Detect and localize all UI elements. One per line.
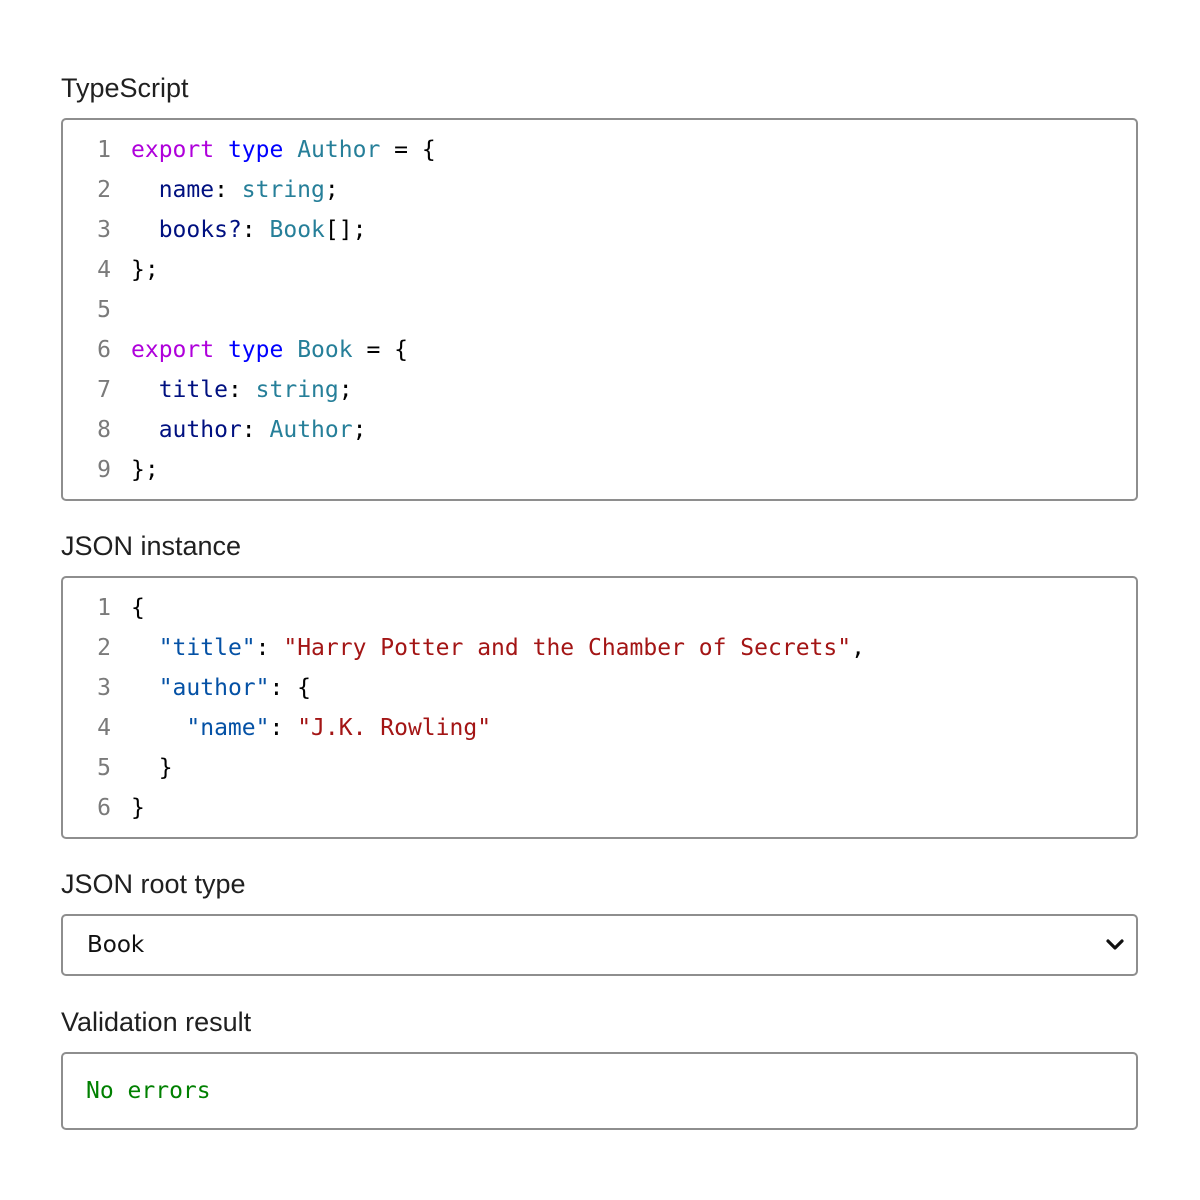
- code-token: "Harry Potter and the Chamber of Secrets…: [283, 635, 852, 661]
- line-number: 5: [97, 755, 111, 781]
- code-token: string: [255, 377, 339, 403]
- line-number: 1: [97, 137, 111, 163]
- validation-result-box: No errors: [61, 1052, 1138, 1130]
- code-line: 6 export type Book = {: [63, 330, 1136, 370]
- code-token: Book: [297, 337, 353, 363]
- code-token: name: [158, 177, 215, 203]
- line-number: 3: [97, 675, 111, 701]
- code-token: ;: [324, 177, 339, 203]
- code-token: ;: [338, 377, 353, 403]
- code-token: string: [241, 177, 325, 203]
- code-token: Author: [269, 417, 353, 443]
- validation-result-text: No errors: [86, 1078, 211, 1104]
- code-token: :: [214, 177, 242, 203]
- root-type-value: Book: [87, 932, 145, 958]
- code-line: 4};: [63, 250, 1136, 290]
- code-line: 3 books?: Book[];: [63, 210, 1136, 250]
- line-number: 8: [97, 417, 111, 443]
- code-token: :: [241, 417, 270, 443]
- validation-result-label: Validation result: [61, 1007, 252, 1037]
- code-line: 3 "author": {: [63, 668, 1136, 708]
- typescript-editor[interactable]: 1 export type Author = {2 name: string; 3 …: [61, 118, 1138, 501]
- code-token: title: [158, 377, 228, 403]
- code-token: };: [131, 457, 159, 483]
- code-token: ;: [352, 417, 367, 443]
- line-number: 9: [97, 457, 111, 483]
- code-token: = {: [352, 337, 408, 363]
- code-token: "J.K. Rowling": [297, 715, 492, 741]
- code-token: "title": [158, 635, 256, 661]
- code-token: [];: [324, 217, 367, 243]
- code-line: 2 "title": "Harry Potter and the Chamber…: [63, 628, 1136, 668]
- code-token: "author": [158, 675, 270, 701]
- code-line: 5: [63, 290, 1136, 330]
- line-number: 6: [97, 337, 111, 363]
- code-token: export: [131, 337, 215, 363]
- code-token: }: [131, 795, 145, 821]
- code-token: };: [131, 257, 159, 283]
- code-token: author: [158, 417, 242, 443]
- code-token: export: [131, 137, 215, 163]
- root-type-select[interactable]: Book: [61, 914, 1138, 976]
- code-token: = {: [380, 137, 436, 163]
- code-token: ,: [851, 635, 865, 661]
- line-number: 2: [97, 635, 111, 661]
- code-token: :: [255, 635, 284, 661]
- line-number: 6: [97, 795, 111, 821]
- code-line: 2 name: string;: [63, 170, 1136, 210]
- code-line: 5 }: [63, 748, 1136, 788]
- code-line: 4 "name": "J.K. Rowling": [63, 708, 1136, 748]
- line-number: 2: [97, 177, 111, 203]
- typescript-label: TypeScript: [61, 73, 189, 103]
- code-token: : {: [269, 675, 312, 701]
- code-line: 1{: [63, 588, 1136, 628]
- code-line: 6}: [63, 788, 1136, 828]
- json-instance-label: JSON instance: [61, 531, 242, 561]
- code-line: 8 author: Author;: [63, 410, 1136, 450]
- code-token: type: [227, 337, 284, 363]
- code-line: 1 export type Author = {: [63, 130, 1136, 170]
- code-token: Author: [297, 137, 381, 163]
- code-line: 9};: [63, 450, 1136, 490]
- json-instance-editor[interactable]: 1{2 "title": "Harry Potter and the Chamb…: [61, 576, 1138, 839]
- line-number: 3: [97, 217, 111, 243]
- line-number: 1: [97, 595, 111, 621]
- line-number: 4: [97, 257, 111, 283]
- code-token: books?: [158, 217, 242, 243]
- line-number: 4: [97, 715, 111, 741]
- line-number: 5: [97, 297, 111, 323]
- code-token: }: [131, 755, 173, 781]
- code-token: {: [131, 595, 145, 621]
- root-type-label: JSON root type: [61, 869, 246, 899]
- code-token: :: [241, 217, 270, 243]
- code-token: Book: [269, 217, 325, 243]
- code-token: :: [269, 715, 298, 741]
- code-token: "name": [186, 715, 270, 741]
- code-token: :: [227, 377, 256, 403]
- chevron-down-icon: [1106, 939, 1124, 950]
- code-line: 7 title: string;: [63, 370, 1136, 410]
- code-token: type: [227, 137, 284, 163]
- line-number: 7: [97, 377, 111, 403]
